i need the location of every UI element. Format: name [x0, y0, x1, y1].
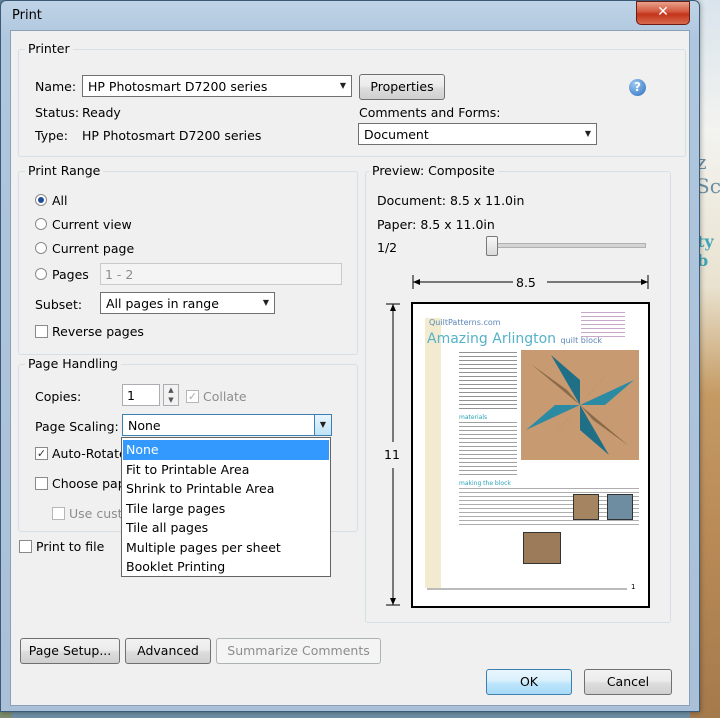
preview-slider-thumb[interactable] [486, 236, 498, 256]
printer-legend: Printer [25, 41, 73, 56]
printer-name-select[interactable]: HP Photosmart D7200 series ▼ [82, 75, 352, 97]
pages-input-value: 1 - 2 [105, 267, 134, 282]
page-handling-legend: Page Handling [25, 356, 121, 371]
status-label: Status: [35, 105, 80, 120]
width-dimension-label: 8.5 [516, 275, 536, 290]
use-custom-checkbox[interactable] [52, 507, 65, 520]
scaling-option-none[interactable]: None [123, 440, 329, 460]
chevron-down-icon: ▼ [314, 415, 331, 435]
height-dimension-label: 11 [384, 447, 400, 462]
quilt-block-image [521, 350, 639, 460]
paper-size: Paper: 8.5 x 11.0in [377, 217, 495, 232]
subset-label: Subset: [35, 297, 83, 312]
auto-rotate-checkbox[interactable]: ✓ [35, 447, 48, 460]
page-scaling-dropdown-list: None Fit to Printable Area Shrink to Pri… [121, 437, 331, 577]
radio-pages-label[interactable]: Pages [52, 267, 89, 282]
advanced-button[interactable]: Advanced [125, 638, 211, 664]
radio-current-page[interactable] [35, 242, 47, 254]
status-value: Ready [82, 105, 121, 120]
page-footer-line [427, 588, 627, 590]
preview-slider-track[interactable] [488, 243, 646, 248]
cancel-button[interactable]: Cancel [584, 669, 672, 695]
radio-all-label[interactable]: All [52, 193, 68, 208]
chevron-down-icon: ▼ [339, 81, 347, 90]
page-step-diagram [607, 494, 633, 520]
chevron-down-icon: ▼ [262, 298, 270, 307]
ok-button[interactable]: OK [486, 669, 572, 695]
comments-forms-label: Comments and Forms: [359, 105, 501, 120]
page-side-band [425, 318, 441, 588]
subset-select[interactable]: All pages in range ▼ [100, 292, 275, 314]
copies-input[interactable]: 1 [122, 384, 160, 406]
choose-paper-checkbox[interactable] [35, 477, 48, 490]
page-step-diagram [573, 494, 599, 520]
close-button[interactable]: ✕ [636, 1, 690, 25]
print-range-legend: Print Range [25, 163, 104, 178]
help-icon[interactable]: ? [629, 79, 646, 96]
page-scaling-value: None [128, 418, 161, 433]
page-section-making: making the block [459, 480, 511, 487]
collate-label[interactable]: Collate [203, 389, 247, 404]
page-step-diagram [523, 532, 561, 564]
preview-legend: Preview: Composite [369, 163, 498, 178]
scaling-option-tile-large[interactable]: Tile large pages [123, 499, 329, 519]
copies-stepper[interactable]: ▲ ▼ [163, 384, 179, 406]
pages-input[interactable]: 1 - 2 [100, 263, 342, 285]
type-value: HP Photosmart D7200 series [82, 128, 262, 143]
radio-current-page-label[interactable]: Current page [52, 241, 134, 256]
page-scaling-label: Page Scaling: [35, 419, 119, 434]
type-label: Type: [35, 128, 68, 143]
page-scaling-select[interactable]: None ▼ [122, 414, 332, 436]
chevron-down-icon: ▼ [584, 129, 592, 138]
page-materials-list [459, 422, 517, 477]
page-indicator: 1/2 [377, 240, 398, 255]
print-to-file-checkbox[interactable] [19, 540, 32, 553]
page-setup-button[interactable]: Page Setup... [20, 638, 120, 664]
background-text: ty b [697, 232, 714, 270]
scaling-option-shrink[interactable]: Shrink to Printable Area [123, 479, 329, 499]
properties-button[interactable]: Properties [359, 74, 445, 100]
page-number: 1 [631, 583, 636, 591]
preview-page: QuiltPatterns.com Amazing Arlington quil… [411, 302, 650, 608]
page-title: Amazing Arlington quilt block [427, 331, 602, 347]
printer-name-label: Name: [35, 79, 77, 94]
copies-value: 1 [127, 388, 135, 403]
print-to-file-label[interactable]: Print to file [36, 539, 104, 554]
summarize-comments-button[interactable]: Summarize Comments [216, 638, 381, 664]
collate-checkbox[interactable]: ✓ [186, 390, 199, 403]
comments-forms-select[interactable]: Document ▼ [358, 123, 597, 145]
scaling-option-booklet[interactable]: Booklet Printing [123, 557, 329, 577]
page-title-sub: quilt block [560, 336, 603, 345]
document-size: Document: 8.5 x 11.0in [377, 193, 525, 208]
scaling-option-fit[interactable]: Fit to Printable Area [123, 460, 329, 480]
page-section-materials: materials [459, 414, 488, 421]
reverse-pages-label[interactable]: Reverse pages [52, 324, 144, 339]
comments-forms-value: Document [364, 127, 429, 142]
scaling-option-tile-all[interactable]: Tile all pages [123, 518, 329, 538]
scaling-option-multiple[interactable]: Multiple pages per sheet [123, 538, 329, 558]
auto-rotate-label[interactable]: Auto-Rotate [52, 446, 127, 461]
page-site-name: QuiltPatterns.com [429, 318, 501, 327]
radio-all[interactable] [35, 194, 47, 206]
radio-pages[interactable] [35, 268, 47, 280]
dialog-title: Print [12, 8, 42, 23]
page-intro-text [459, 352, 517, 412]
reverse-pages-checkbox[interactable] [35, 325, 48, 338]
copies-label: Copies: [35, 389, 82, 404]
printer-name-value: HP Photosmart D7200 series [88, 79, 268, 94]
page-title-main: Amazing Arlington [427, 331, 557, 347]
radio-current-view-label[interactable]: Current view [52, 217, 132, 232]
radio-current-view[interactable] [35, 218, 47, 230]
subset-value: All pages in range [106, 296, 219, 311]
